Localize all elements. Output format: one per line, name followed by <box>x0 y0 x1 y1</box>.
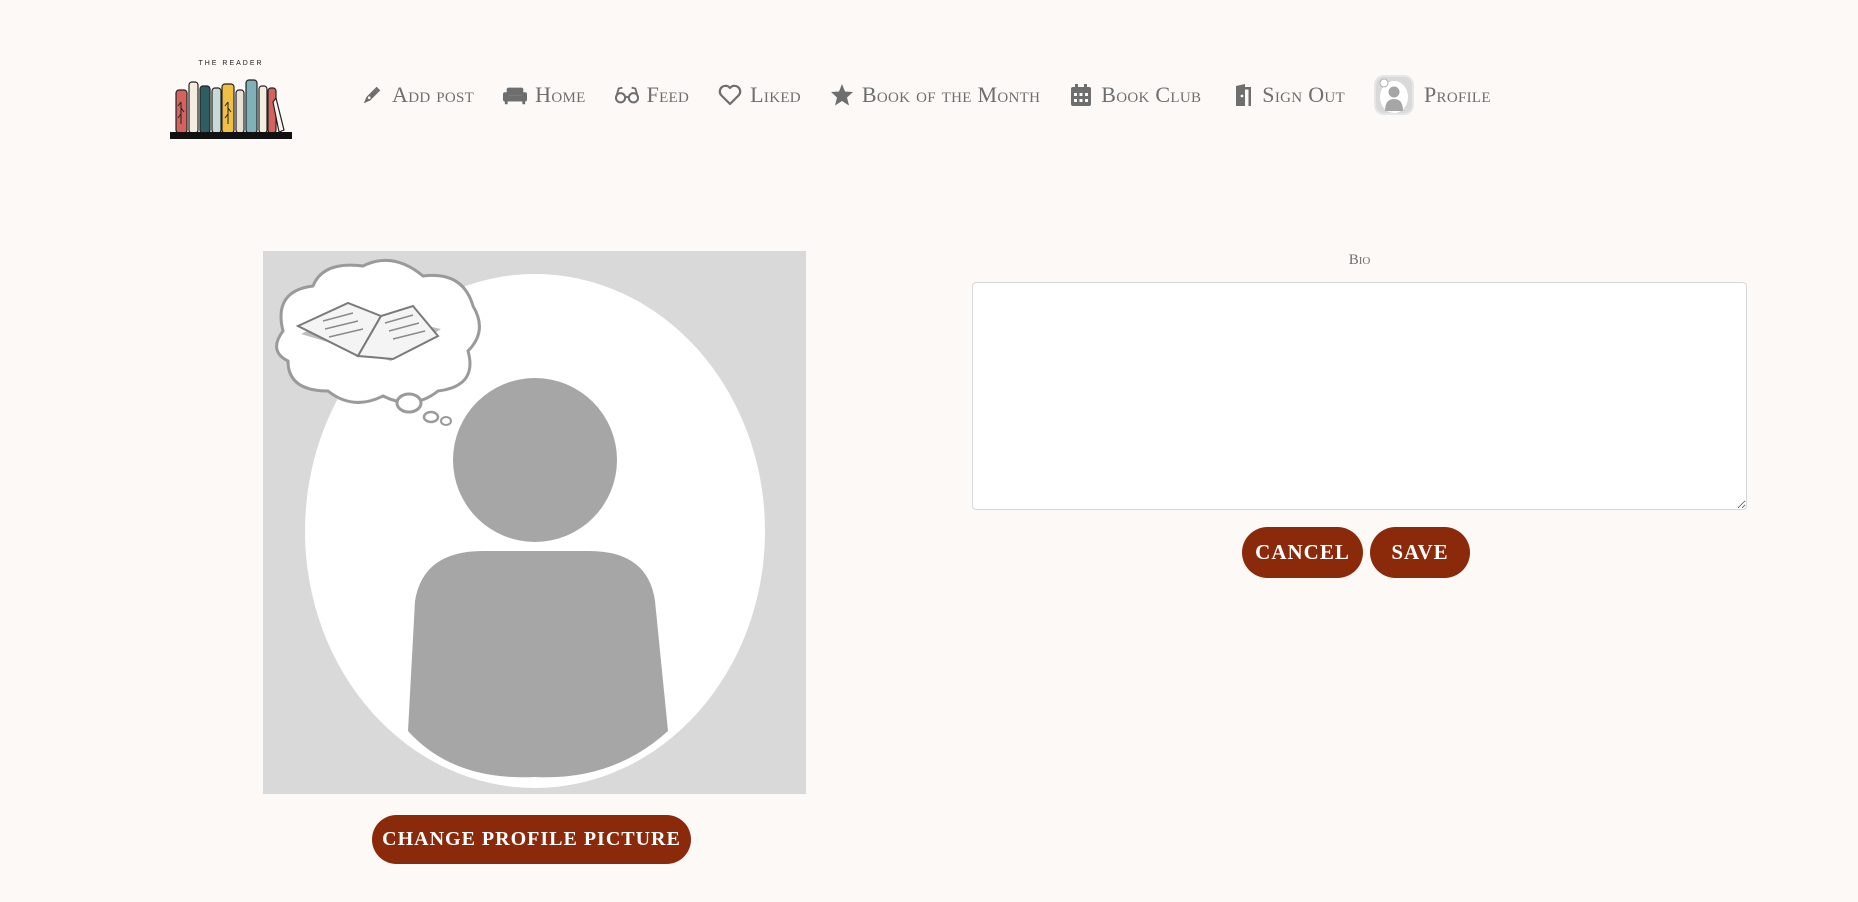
logo-text: THE READER <box>198 60 264 67</box>
nav-label: Sign Out <box>1262 82 1345 107</box>
nav-liked[interactable]: Liked <box>718 82 801 108</box>
nav-label: Home <box>535 82 586 107</box>
avatar <box>1373 75 1414 115</box>
nav-feed[interactable]: Feed <box>614 82 690 108</box>
nav-book-of-the-month[interactable]: Book of the Month <box>830 82 1040 108</box>
bookshelf-logo-icon <box>170 79 292 139</box>
nav-label: Liked <box>750 82 801 107</box>
nav-sign-out[interactable]: Sign Out <box>1230 82 1345 108</box>
change-profile-picture-button[interactable]: CHANGE PROFILE PICTURE <box>372 815 691 864</box>
nav-label: Profile <box>1423 82 1491 107</box>
nav-book-club[interactable]: Book Club <box>1069 82 1201 108</box>
calendar-icon <box>1069 83 1093 107</box>
heart-icon <box>718 83 742 107</box>
glasses-icon <box>614 83 639 107</box>
save-button[interactable]: SAVE <box>1370 527 1470 578</box>
bio-textarea[interactable] <box>972 282 1747 510</box>
profile-page: THE READER Add post Home Feed Liked Book… <box>0 0 1858 902</box>
sofa-icon <box>503 83 528 107</box>
pen-icon <box>360 83 384 107</box>
nav-label: Book of the Month <box>861 82 1041 107</box>
star-icon <box>830 83 854 107</box>
nav-home[interactable]: Home <box>503 82 585 108</box>
main-nav: Add post Home Feed Liked Book of the Mon… <box>360 72 1491 118</box>
nav-add-post[interactable]: Add post <box>360 82 474 108</box>
nav-label: Book Club <box>1101 82 1202 107</box>
nav-label: Feed <box>646 82 690 107</box>
cancel-button[interactable]: CANCEL <box>1242 527 1363 578</box>
bio-label: Bio <box>1348 252 1371 268</box>
door-exit-icon <box>1230 83 1254 107</box>
nav-profile[interactable]: Profile <box>1373 75 1491 115</box>
nav-label: Add post <box>392 82 475 107</box>
profile-picture <box>263 251 806 794</box>
site-logo[interactable]: THE READER <box>170 60 292 140</box>
